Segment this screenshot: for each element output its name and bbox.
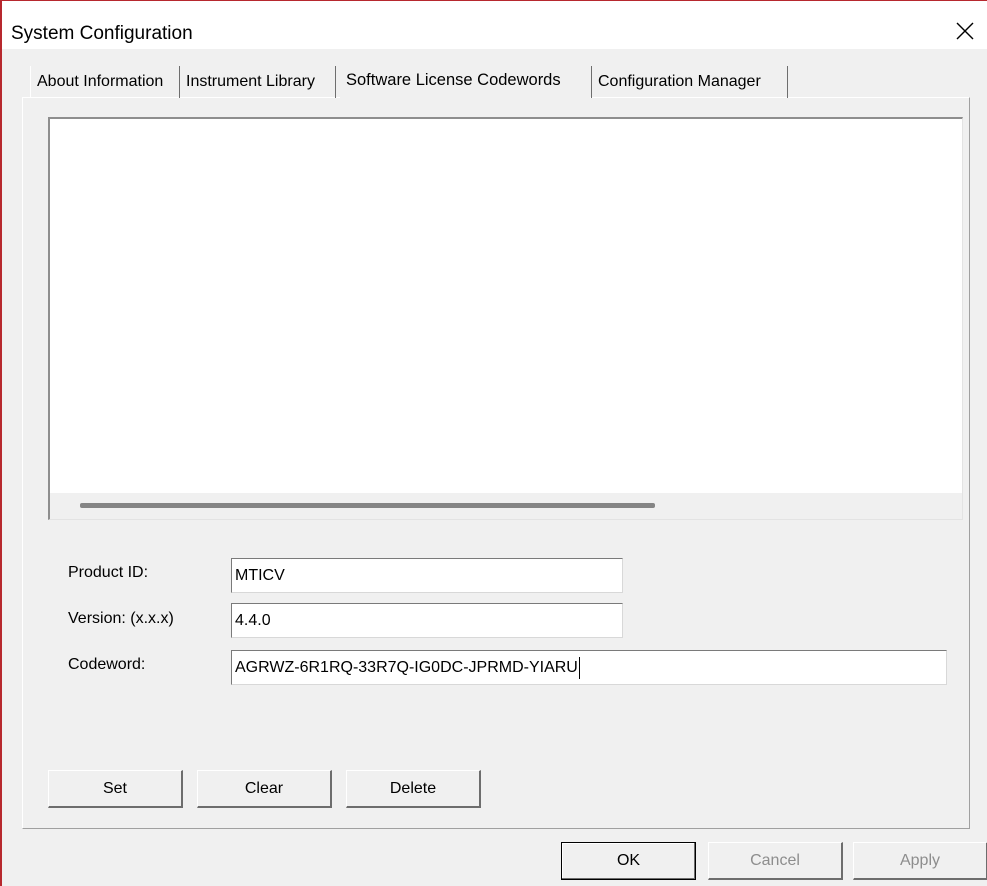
tab-label: Software License Codewords [346,71,561,89]
close-icon [956,22,974,40]
codeword-label: Codeword: [68,656,146,673]
set-button[interactable]: Set [48,770,183,808]
close-button[interactable] [943,13,987,49]
scrollbar-thumb[interactable] [80,503,655,508]
horizontal-scrollbar[interactable] [50,493,962,519]
version-field[interactable]: 4.4.0 [231,603,623,638]
codeword-value: AGRWZ-6R1RQ-33R7Q-IG0DC-JPRMD-YIARU [235,659,578,676]
product-id-field[interactable]: MTICV [231,558,623,593]
window-title: System Configuration [11,23,193,44]
license-list[interactable] [48,117,963,520]
tab-label: Instrument Library [186,73,315,90]
version-label: Version: (x.x.x) [68,610,174,627]
apply-button[interactable]: Apply [853,842,987,880]
cancel-button[interactable]: Cancel [708,842,843,880]
tab-instrument-library[interactable]: Instrument Library [180,66,336,98]
tab-software-license-codewords[interactable]: Software License Codewords [340,64,590,98]
delete-button[interactable]: Delete [346,770,481,808]
tab-label: Configuration Manager [598,73,761,90]
product-id-label: Product ID: [68,564,149,581]
clear-button[interactable]: Clear [197,770,332,808]
tab-label: About Information [37,73,164,90]
codeword-field[interactable]: AGRWZ-6R1RQ-33R7Q-IG0DC-JPRMD-YIARU [231,650,947,685]
title-bar: System Configuration [2,1,987,49]
tab-about-information[interactable]: About Information [30,66,180,98]
text-caret [578,656,580,679]
system-configuration-dialog: System Configuration About Information I… [0,0,987,886]
ok-button[interactable]: OK [561,842,696,880]
tab-configuration-manager[interactable]: Configuration Manager [591,66,788,98]
